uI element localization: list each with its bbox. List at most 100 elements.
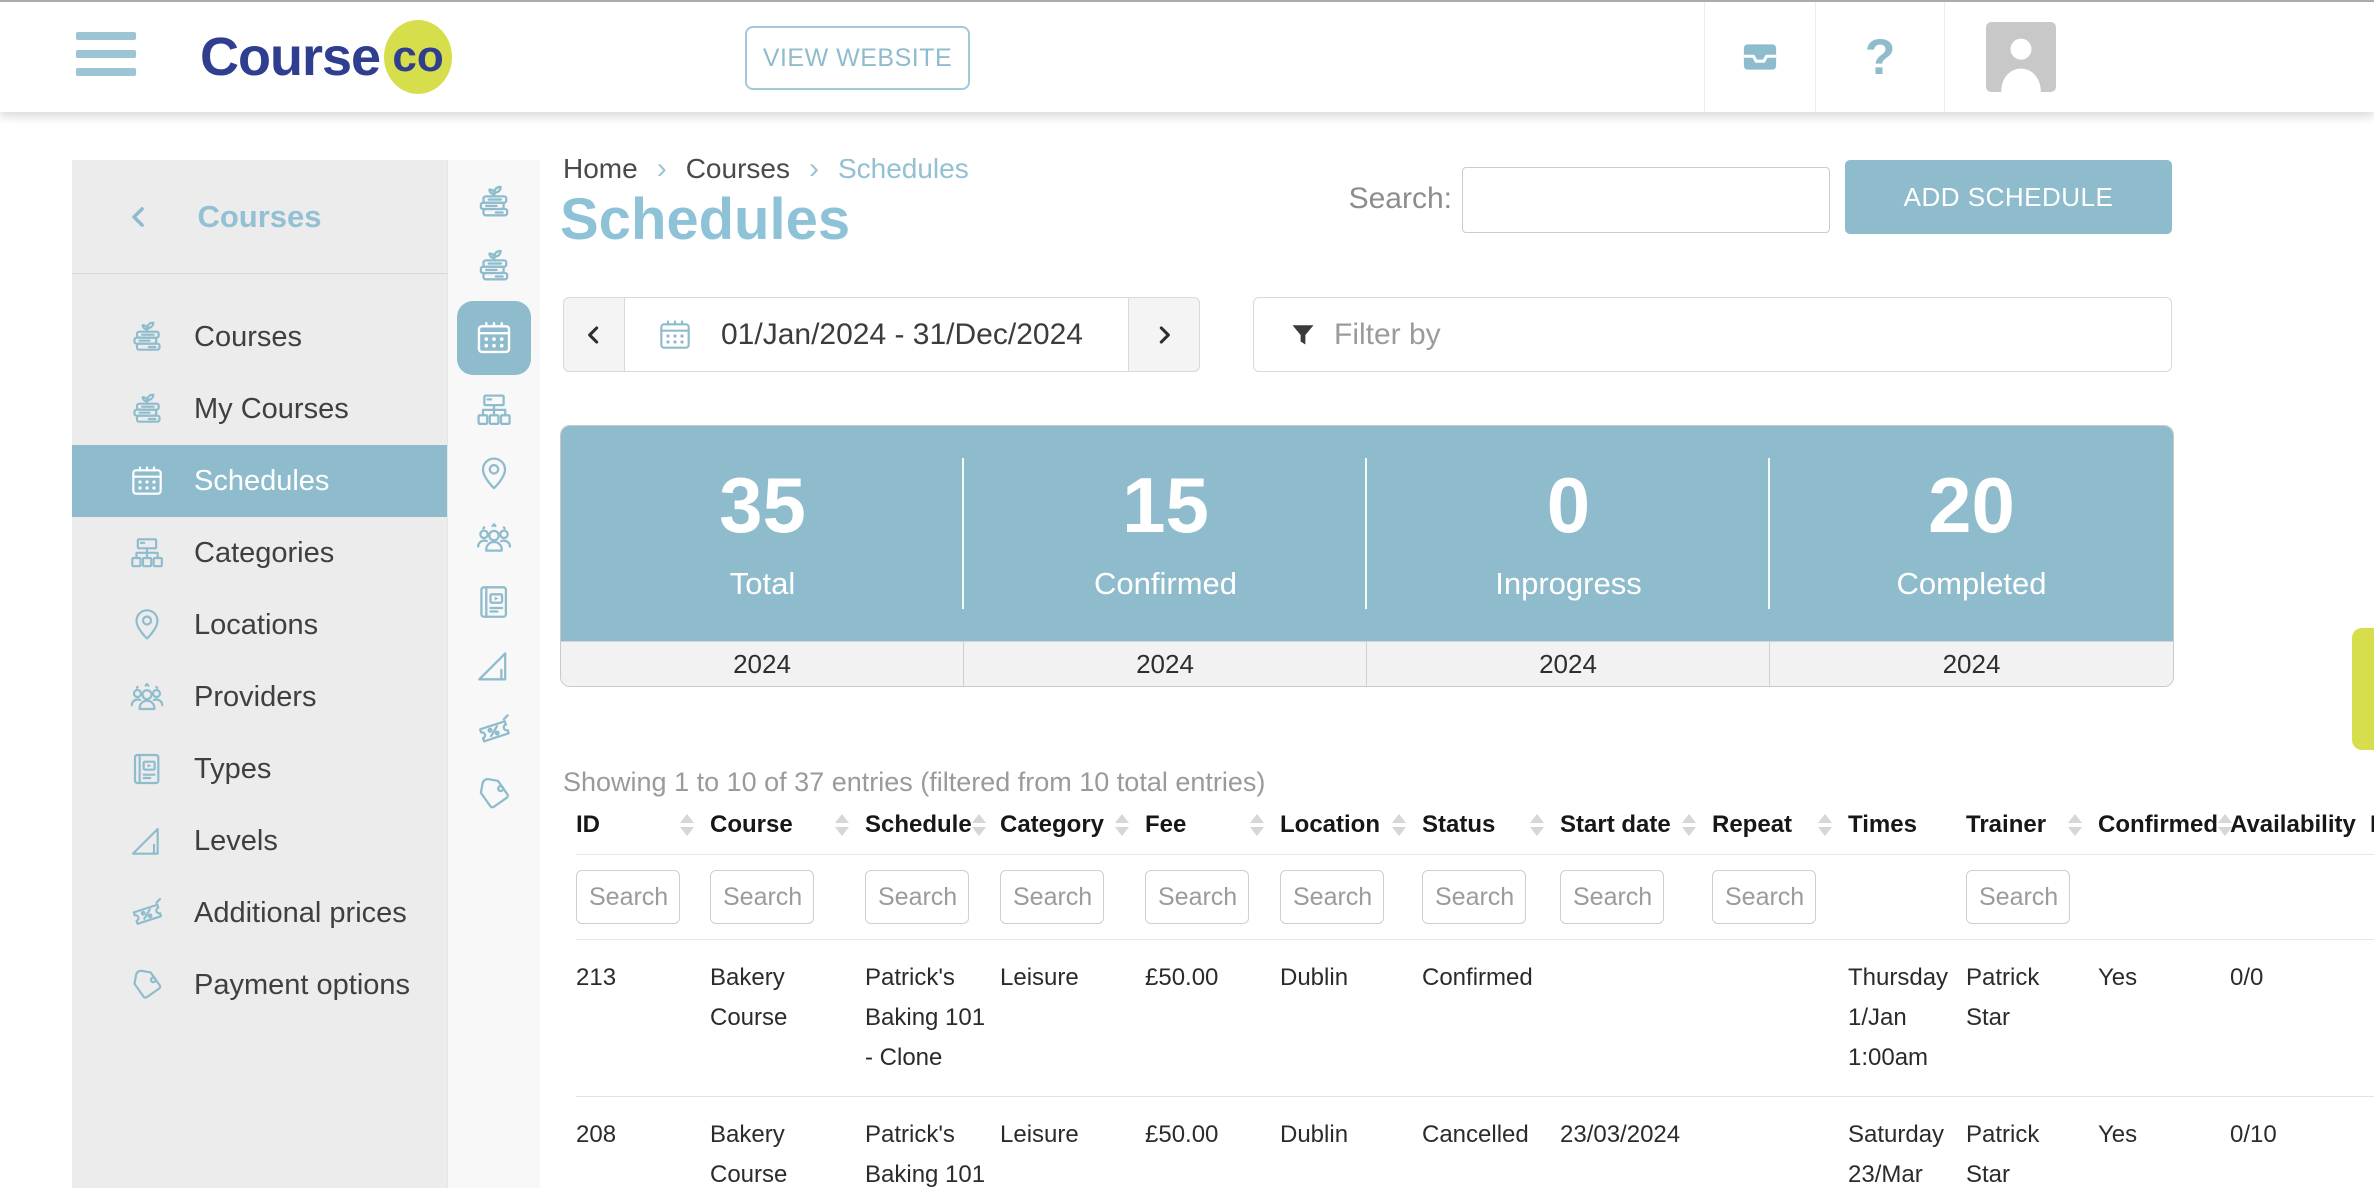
schedules-table: ID Course Schedule Category — [576, 796, 2374, 1188]
expand-row-icon[interactable] — [2370, 958, 2374, 1078]
rail-item-6[interactable] — [473, 570, 515, 634]
sidebar-item-5[interactable]: Providers — [72, 661, 447, 733]
column-search-input-0[interactable] — [576, 870, 680, 924]
sort-icon — [1392, 814, 1406, 836]
sidebar-item-label: Courses — [194, 321, 302, 354]
stat-year: 2024 — [561, 642, 964, 686]
sidebar-item-label: Providers — [194, 681, 317, 714]
column-search-input-5[interactable] — [1280, 870, 1384, 924]
sidebar-item-2[interactable]: Schedules — [72, 445, 447, 517]
expand-row-icon[interactable] — [2370, 1115, 2374, 1188]
sidebar-item-label: Types — [194, 753, 271, 786]
column-header-8[interactable]: Repeat — [1712, 811, 1848, 839]
filter-by-input[interactable] — [1332, 317, 2171, 353]
sidebar-item-0[interactable]: Courses — [72, 301, 447, 373]
rail-item-3[interactable] — [473, 378, 515, 442]
inbox-button[interactable] — [1704, 2, 1815, 112]
column-header-10[interactable]: Trainer — [1966, 811, 2098, 839]
rail-item-7[interactable] — [473, 634, 515, 698]
column-search-input-6[interactable] — [1422, 870, 1526, 924]
column-header-1[interactable]: Course — [710, 811, 865, 839]
sidebar-section-header[interactable]: Courses — [72, 160, 447, 274]
column-header-9[interactable]: Times — [1848, 811, 1966, 839]
calendar-icon — [127, 461, 167, 501]
stats-values-row: 35 Total 15 Confirmed 0 Inprogress 20 Co… — [561, 426, 2173, 641]
books-icon — [127, 389, 167, 429]
sort-icon — [1682, 814, 1696, 836]
column-header-2[interactable]: Schedule — [865, 811, 1000, 839]
sort-icon — [972, 814, 986, 836]
column-search-input-1[interactable] — [710, 870, 814, 924]
previous-period-button[interactable] — [563, 297, 625, 372]
column-search-input-2[interactable] — [865, 870, 969, 924]
column-header-7[interactable]: Start date — [1560, 811, 1712, 839]
levels-icon — [473, 645, 515, 687]
avatar-icon — [1986, 22, 2056, 92]
calendar-icon — [457, 301, 531, 375]
column-header-3[interactable]: Category — [1000, 811, 1145, 839]
rail-item-8[interactable] — [473, 698, 515, 762]
rail-item-4[interactable] — [473, 442, 515, 506]
column-header-6[interactable]: Status — [1422, 811, 1560, 839]
next-period-button[interactable] — [1128, 297, 1200, 372]
column-search-input-4[interactable] — [1145, 870, 1249, 924]
menu-icon[interactable] — [76, 32, 136, 76]
rail-item-1[interactable] — [473, 234, 515, 298]
sidebar-item-6[interactable]: Types — [72, 733, 447, 805]
sidebar-item-8[interactable]: Additional prices — [72, 877, 447, 949]
column-search-input-8[interactable] — [1712, 870, 1816, 924]
column-search-input-10[interactable] — [1966, 870, 2070, 924]
stat-value: 0 — [1547, 466, 1590, 544]
breadcrumb: Home › Courses › Schedules — [563, 152, 969, 186]
column-search-input-7[interactable] — [1560, 870, 1664, 924]
user-menu[interactable] — [1944, 2, 2374, 112]
people-icon — [127, 677, 167, 717]
table-filter-row — [576, 854, 2374, 940]
sidebar-item-4[interactable]: Locations — [72, 589, 447, 661]
filter-by-box[interactable] — [1253, 297, 2172, 372]
breadcrumb-separator: › — [657, 152, 667, 186]
rail-item-9[interactable] — [473, 762, 515, 826]
search-input[interactable] — [1462, 167, 1830, 233]
sidebar-item-1[interactable]: My Courses — [72, 373, 447, 445]
help-button[interactable]: ? — [1815, 2, 1944, 112]
add-schedule-button[interactable]: ADD SCHEDULE — [1845, 160, 2172, 234]
stat-year: 2024 — [1367, 642, 1770, 686]
cell-availability: 0/10 — [2230, 1115, 2370, 1188]
sort-icon — [680, 814, 694, 836]
sidebar-item-label: Categories — [194, 537, 334, 570]
book-type-icon — [473, 581, 515, 623]
sidebar-item-label: Locations — [194, 609, 318, 642]
column-filter-8 — [1712, 870, 1848, 924]
sidebar-back-icon[interactable] — [124, 202, 154, 232]
rail-item-2[interactable] — [457, 298, 531, 378]
column-header-12[interactable]: Availability — [2230, 811, 2370, 839]
column-search-input-3[interactable] — [1000, 870, 1104, 924]
breadcrumb-home[interactable]: Home — [563, 153, 638, 185]
column-header-0[interactable]: ID — [576, 811, 710, 839]
column-filter-7 — [1560, 870, 1712, 924]
column-label: Trainer — [1966, 811, 2046, 839]
cell-status: Confirmed — [1422, 958, 1560, 1078]
feedback-tab[interactable] — [2352, 628, 2374, 750]
view-website-button[interactable]: VIEW WEBSITE — [745, 26, 970, 90]
breadcrumb-courses[interactable]: Courses — [686, 153, 790, 185]
column-label: Confirmed — [2098, 811, 2218, 839]
pin-icon — [127, 605, 167, 645]
sidebar-item-9[interactable]: Payment options — [72, 949, 447, 1021]
column-header-13[interactable]: P — [2370, 811, 2374, 839]
date-range-display[interactable]: 01/Jan/2024 - 31/Dec/2024 — [625, 297, 1128, 372]
sidebar-item-3[interactable]: Categories — [72, 517, 447, 589]
column-header-5[interactable]: Location — [1280, 811, 1422, 839]
rail-item-5[interactable] — [473, 506, 515, 570]
column-label: Repeat — [1712, 811, 1792, 839]
stats-year-row: 2024 2024 2024 2024 — [561, 641, 2173, 686]
cell-start-date — [1560, 958, 1712, 1078]
app-logo[interactable]: Course co — [200, 2, 452, 112]
column-header-4[interactable]: Fee — [1145, 811, 1280, 839]
rail-item-0[interactable] — [473, 170, 515, 234]
column-header-11[interactable]: Confirmed — [2098, 811, 2230, 839]
column-filter-1 — [710, 870, 865, 924]
column-filter-2 — [865, 870, 1000, 924]
sidebar-item-7[interactable]: Levels — [72, 805, 447, 877]
